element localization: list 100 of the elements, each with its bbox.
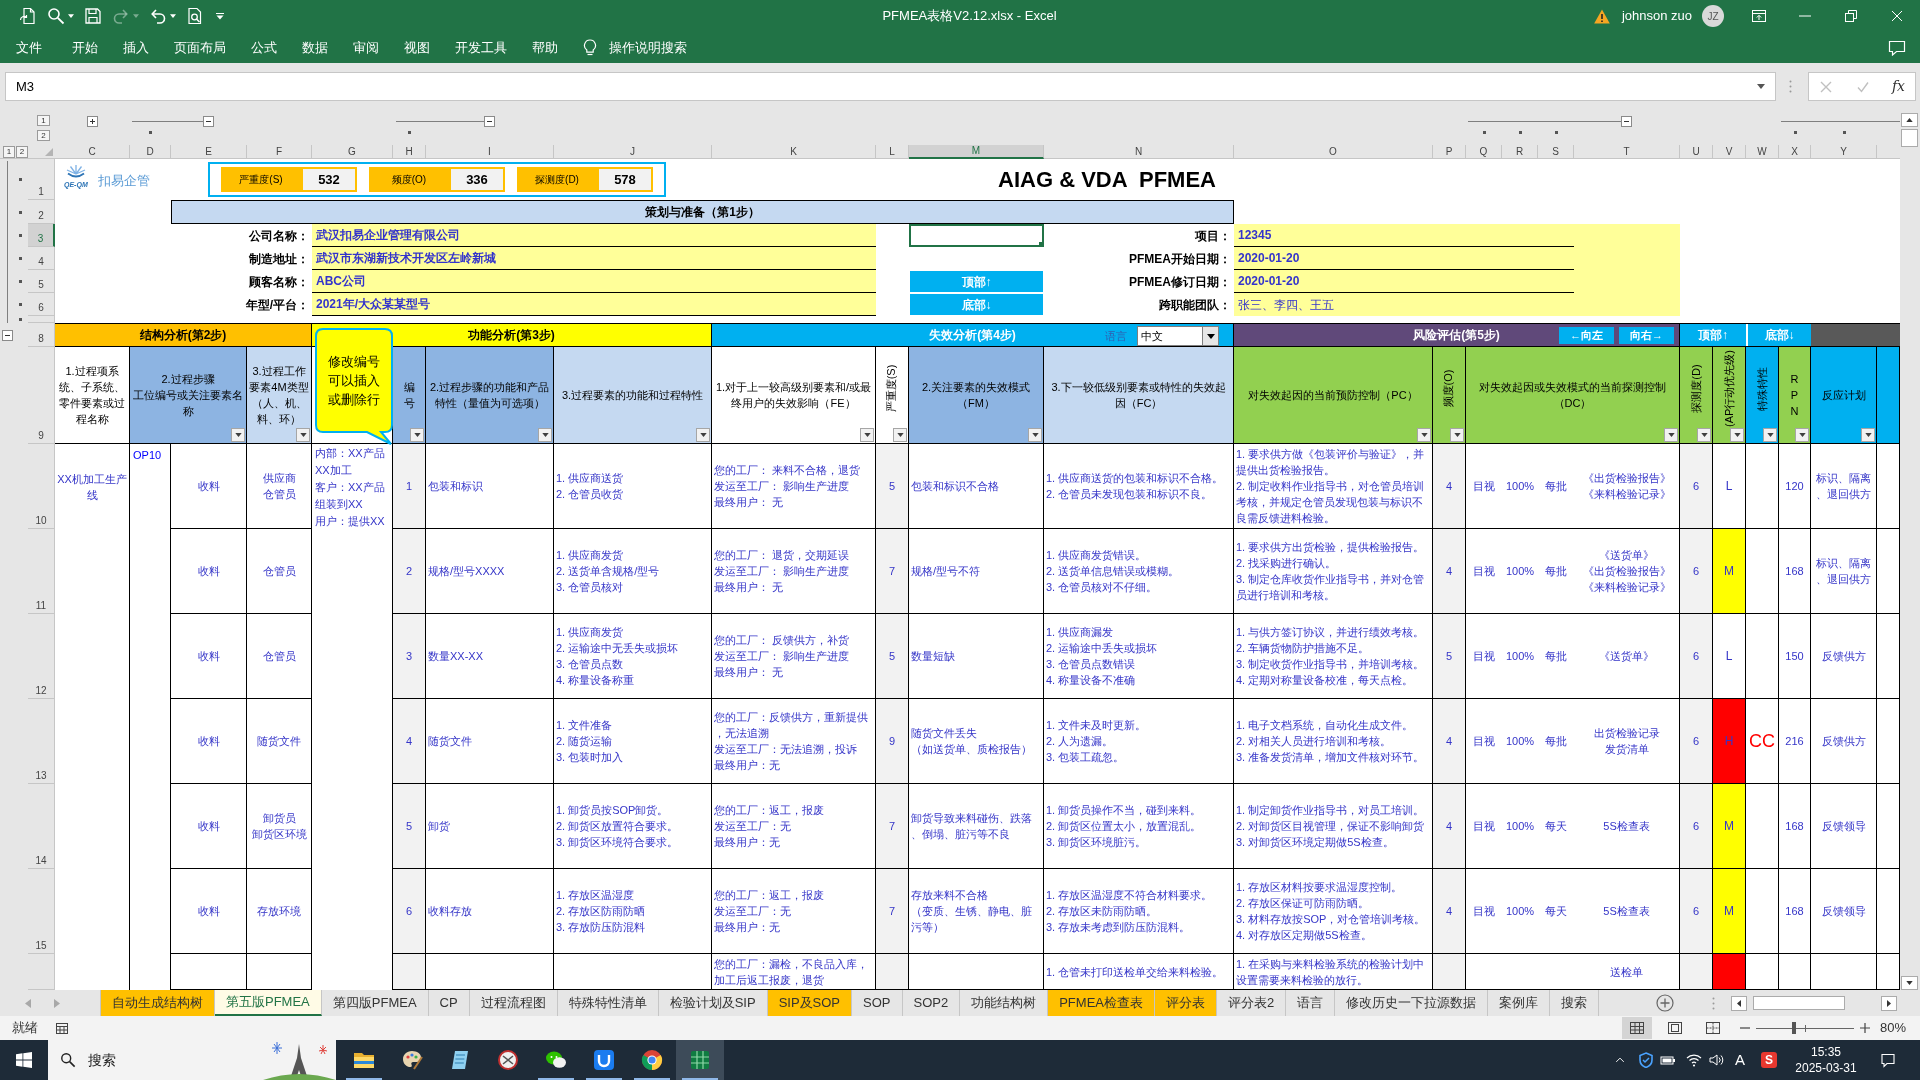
field-value: 2021年/大众某某型号 <box>312 293 876 316</box>
table-cell: 标识、隔离、退回供方 <box>1811 529 1877 614</box>
drag-handle-icon <box>1789 80 1792 93</box>
zoom-in-icon[interactable] <box>1859 1023 1870 1033</box>
table-cell: 1. 卸货员按SOP卸货。 2. 卸货区放置符合要求。 3. 卸货区环境符合要求。 <box>554 784 712 869</box>
view-button[interactable] <box>1621 1017 1652 1039</box>
scroll-left-button[interactable] <box>1731 995 1747 1011</box>
filter-button[interactable] <box>1697 428 1711 442</box>
table-cell: 2 <box>393 529 426 614</box>
header-label: 3.下一较低级别要素或特性的失效起因（FC） <box>1050 380 1227 411</box>
table-cell: 目视 <box>1466 444 1502 529</box>
column-header[interactable]: M <box>909 145 1044 159</box>
filter-button[interactable] <box>410 428 424 442</box>
table-cell: CC <box>1746 699 1779 784</box>
ribbon-display-icon[interactable] <box>1751 8 1767 24</box>
collapse-icon[interactable] <box>2 329 13 341</box>
table-cell: 每批 <box>1538 699 1574 784</box>
avatar[interactable]: JZ <box>1702 5 1724 27</box>
outline-level-button[interactable]: 1 <box>3 145 15 158</box>
table-cell: 卸货员 卸货区环境 <box>247 784 312 869</box>
table-cell: 收料 <box>171 444 247 529</box>
filter-button[interactable] <box>1028 428 1042 442</box>
table-cell: 4 <box>393 699 426 784</box>
customize-caret-icon[interactable] <box>216 12 224 20</box>
outline-level-button[interactable]: 2 <box>37 130 50 141</box>
collapse-icon[interactable] <box>1621 116 1632 127</box>
filter-button[interactable] <box>538 428 552 442</box>
filter-button[interactable] <box>1730 428 1744 442</box>
filter-button[interactable] <box>1861 428 1875 442</box>
table-cell: 反馈领导 <box>1811 869 1877 954</box>
row-header[interactable]: 3 <box>28 224 55 247</box>
filter-button[interactable] <box>1664 428 1678 442</box>
sheet-tab[interactable]: 评分表 <box>1155 990 1217 1016</box>
tell-me-search[interactable]: 操作说明搜索 <box>583 37 687 58</box>
filter-button[interactable] <box>893 428 907 442</box>
search-field[interactable]: 搜索 <box>48 1040 336 1080</box>
undo-icon[interactable] <box>149 7 167 25</box>
sheet-tab[interactable]: 自动生成结构树 <box>101 990 215 1016</box>
menu-item[interactable]: 开发工具 <box>455 37 507 58</box>
menu-item[interactable]: 帮助 <box>532 37 558 58</box>
filter-button[interactable] <box>296 428 310 442</box>
table-cell: 1. 供应商发货 2. 送货单含规格/型号 3. 仓管员核对 <box>554 529 712 614</box>
outline-level-button[interactable]: 2 <box>16 145 28 158</box>
scrollbar-thumb[interactable] <box>1753 996 1845 1010</box>
document-sync-icon[interactable] <box>19 7 37 25</box>
slider-thumb[interactable] <box>1792 1022 1797 1034</box>
filter-button[interactable] <box>696 428 710 442</box>
document-magnifier-icon[interactable] <box>186 7 204 25</box>
table-cell: 4 <box>1433 869 1466 954</box>
table-cell: 6 <box>1680 614 1713 699</box>
table-cell: 1. 文件准备 2. 随货运输 3. 包装时加入 <box>554 699 712 784</box>
insert-function-button[interactable]: fx <box>1891 76 1905 97</box>
logo-text: 扣易企管 <box>97 172 150 190</box>
menu-item[interactable]: 视图 <box>404 37 430 58</box>
comment-icon[interactable] <box>1888 39 1906 56</box>
header-label: 严重度(S) <box>885 364 899 412</box>
menu-item[interactable]: 页面布局 <box>174 37 226 58</box>
menu-item[interactable]: 开始 <box>72 37 98 58</box>
header-label: 特殊特性 <box>1755 366 1769 410</box>
volume-icon[interactable] <box>1708 1052 1724 1068</box>
table-cell: 收料 <box>171 699 247 784</box>
filter-button[interactable] <box>231 428 245 442</box>
scroll-up-button[interactable] <box>1901 113 1918 127</box>
collapse-icon[interactable] <box>484 116 495 127</box>
scrollbar-thumb[interactable] <box>1901 129 1918 147</box>
zoom-slider[interactable] <box>1755 1022 1854 1034</box>
search-icon[interactable] <box>47 7 65 25</box>
expand-icon[interactable] <box>87 116 98 127</box>
menu-item[interactable]: 文件 <box>16 37 42 58</box>
wifi-icon[interactable] <box>1686 1052 1702 1068</box>
sheet-tab[interactable]: PFMEA检查表 <box>1048 990 1155 1016</box>
close-icon[interactable] <box>1889 8 1905 24</box>
sheet-tab[interactable]: SIP及SOP <box>767 990 853 1016</box>
collapse-icon[interactable] <box>203 116 214 127</box>
menu-item[interactable]: 插入 <box>123 37 149 58</box>
caret-down-icon[interactable] <box>1757 84 1765 89</box>
add-sheet-icon[interactable] <box>1656 994 1674 1012</box>
filter-button[interactable] <box>860 428 874 442</box>
outline-level-button[interactable]: 1 <box>37 115 50 126</box>
restore-icon[interactable] <box>1843 8 1859 24</box>
save-icon[interactable] <box>84 7 102 25</box>
shield-icon[interactable] <box>1638 1052 1654 1068</box>
notification-icon[interactable] <box>1880 1052 1896 1068</box>
ime-logo[interactable]: S <box>1761 1052 1777 1068</box>
caret-down-icon[interactable] <box>1206 333 1215 339</box>
filter-button[interactable] <box>1417 428 1431 442</box>
language-dropdown[interactable]: 中文 <box>1137 326 1219 346</box>
menu-item[interactable]: 数据 <box>302 37 328 58</box>
filter-button[interactable] <box>1795 428 1809 442</box>
scroll-right-button[interactable] <box>1881 995 1897 1011</box>
menu-item[interactable]: 审阅 <box>353 37 379 58</box>
filter-button[interactable] <box>1450 428 1464 442</box>
sheet-tab[interactable]: 第五版PFMEA <box>215 990 322 1016</box>
priority-cell: H <box>1713 699 1746 784</box>
chevron-up-icon[interactable] <box>1615 1055 1625 1065</box>
name-box[interactable]: M3 <box>5 72 1776 101</box>
scroll-down-button[interactable] <box>1901 976 1918 990</box>
filter-button[interactable] <box>1763 428 1777 442</box>
ime-mode[interactable]: A <box>1735 1048 1745 1072</box>
menu-item[interactable]: 公式 <box>251 37 277 58</box>
